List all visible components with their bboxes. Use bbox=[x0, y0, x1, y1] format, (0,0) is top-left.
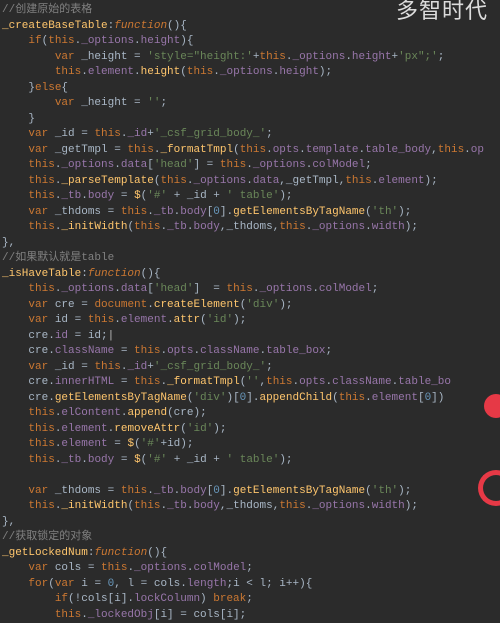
watermark-text: 多智时代 bbox=[396, 3, 488, 19]
text-cursor: | bbox=[108, 330, 115, 342]
code-editor-content: //创建原始的表格 _createBaseTable:function(){ i… bbox=[0, 0, 500, 623]
